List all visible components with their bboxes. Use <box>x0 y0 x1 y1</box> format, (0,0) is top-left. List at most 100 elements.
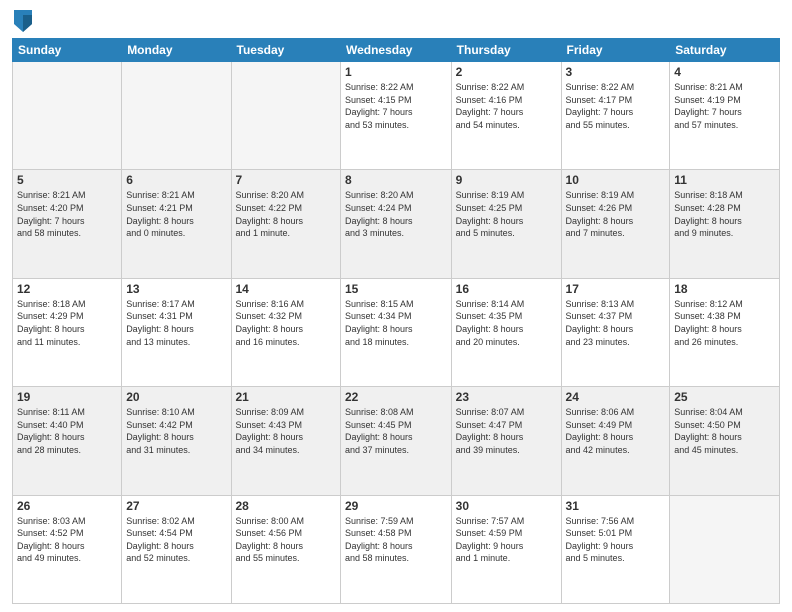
day-number: 3 <box>566 65 666 79</box>
calendar-cell: 14 Sunrise: 8:16 AM Sunset: 4:32 PM Dayli… <box>231 278 340 386</box>
day-info: Sunrise: 8:11 AM Sunset: 4:40 PM Dayligh… <box>17 406 117 456</box>
calendar-cell: 31 Sunrise: 7:56 AM Sunset: 5:01 PM Dayli… <box>561 495 670 603</box>
day-info: Sunrise: 8:04 AM Sunset: 4:50 PM Dayligh… <box>674 406 775 456</box>
week-row-1: 1 Sunrise: 8:22 AM Sunset: 4:15 PM Daylig… <box>13 62 780 170</box>
day-info: Sunrise: 8:18 AM Sunset: 4:28 PM Dayligh… <box>674 189 775 239</box>
day-info: Sunrise: 7:59 AM Sunset: 4:58 PM Dayligh… <box>345 515 447 565</box>
day-number: 31 <box>566 499 666 513</box>
week-row-2: 5 Sunrise: 8:21 AM Sunset: 4:20 PM Daylig… <box>13 170 780 278</box>
day-number: 1 <box>345 65 447 79</box>
day-number: 22 <box>345 390 447 404</box>
calendar-cell: 20 Sunrise: 8:10 AM Sunset: 4:42 PM Dayli… <box>122 387 231 495</box>
day-number: 11 <box>674 173 775 187</box>
calendar-cell: 8Sunrise: 8:20 AM Sunset: 4:24 PM Daylig… <box>340 170 451 278</box>
day-header-thursday: Thursday <box>451 39 561 62</box>
day-info: Sunrise: 8:22 AM Sunset: 4:15 PM Dayligh… <box>345 81 447 131</box>
day-info: Sunrise: 8:16 AM Sunset: 4:32 PM Dayligh… <box>236 298 336 348</box>
day-number: 16 <box>456 282 557 296</box>
day-header-sunday: Sunday <box>13 39 122 62</box>
day-number: 30 <box>456 499 557 513</box>
day-header-friday: Friday <box>561 39 670 62</box>
day-number: 25 <box>674 390 775 404</box>
day-number: 17 <box>566 282 666 296</box>
calendar-cell: 1 Sunrise: 8:22 AM Sunset: 4:15 PM Daylig… <box>340 62 451 170</box>
day-number: 26 <box>17 499 117 513</box>
header <box>12 10 780 32</box>
day-number: 10 <box>566 173 666 187</box>
day-info: Sunrise: 7:57 AM Sunset: 4:59 PM Dayligh… <box>456 515 557 565</box>
day-info: Sunrise: 8:10 AM Sunset: 4:42 PM Dayligh… <box>126 406 226 456</box>
calendar-cell: 29 Sunrise: 7:59 AM Sunset: 4:58 PM Dayli… <box>340 495 451 603</box>
calendar-cell: 19 Sunrise: 8:11 AM Sunset: 4:40 PM Dayli… <box>13 387 122 495</box>
day-number: 5 <box>17 173 117 187</box>
day-info: Sunrise: 8:02 AM Sunset: 4:54 PM Dayligh… <box>126 515 226 565</box>
day-info: Sunrise: 8:13 AM Sunset: 4:37 PM Dayligh… <box>566 298 666 348</box>
calendar-page: SundayMondayTuesdayWednesdayThursdayFrid… <box>0 0 792 612</box>
calendar-table: SundayMondayTuesdayWednesdayThursdayFrid… <box>12 38 780 604</box>
day-number: 20 <box>126 390 226 404</box>
calendar-cell: 17 Sunrise: 8:13 AM Sunset: 4:37 PM Dayli… <box>561 278 670 386</box>
day-info: Sunrise: 8:09 AM Sunset: 4:43 PM Dayligh… <box>236 406 336 456</box>
day-info: Sunrise: 8:12 AM Sunset: 4:38 PM Dayligh… <box>674 298 775 348</box>
calendar-cell: 16 Sunrise: 8:14 AM Sunset: 4:35 PM Dayli… <box>451 278 561 386</box>
day-info: Sunrise: 8:21 AM Sunset: 4:20 PM Dayligh… <box>17 189 117 239</box>
day-header-monday: Monday <box>122 39 231 62</box>
day-number: 29 <box>345 499 447 513</box>
day-number: 23 <box>456 390 557 404</box>
calendar-cell: 18 Sunrise: 8:12 AM Sunset: 4:38 PM Dayli… <box>670 278 780 386</box>
day-info: Sunrise: 8:06 AM Sunset: 4:49 PM Dayligh… <box>566 406 666 456</box>
day-info: Sunrise: 8:19 AM Sunset: 4:25 PM Dayligh… <box>456 189 557 239</box>
logo-icon <box>14 10 32 32</box>
days-header-row: SundayMondayTuesdayWednesdayThursdayFrid… <box>13 39 780 62</box>
calendar-cell: 28Sunrise: 8:00 AM Sunset: 4:56 PM Dayli… <box>231 495 340 603</box>
day-number: 18 <box>674 282 775 296</box>
calendar-cell <box>122 62 231 170</box>
calendar-cell <box>670 495 780 603</box>
day-info: Sunrise: 8:21 AM Sunset: 4:19 PM Dayligh… <box>674 81 775 131</box>
day-number: 27 <box>126 499 226 513</box>
day-info: Sunrise: 8:22 AM Sunset: 4:17 PM Dayligh… <box>566 81 666 131</box>
calendar-cell: 24 Sunrise: 8:06 AM Sunset: 4:49 PM Dayli… <box>561 387 670 495</box>
day-header-tuesday: Tuesday <box>231 39 340 62</box>
calendar-cell: 27 Sunrise: 8:02 AM Sunset: 4:54 PM Dayli… <box>122 495 231 603</box>
day-info: Sunrise: 8:08 AM Sunset: 4:45 PM Dayligh… <box>345 406 447 456</box>
day-number: 28 <box>236 499 336 513</box>
day-number: 24 <box>566 390 666 404</box>
calendar-cell: 5 Sunrise: 8:21 AM Sunset: 4:20 PM Daylig… <box>13 170 122 278</box>
calendar-cell: 30 Sunrise: 7:57 AM Sunset: 4:59 PM Dayli… <box>451 495 561 603</box>
day-info: Sunrise: 8:17 AM Sunset: 4:31 PM Dayligh… <box>126 298 226 348</box>
day-number: 8 <box>345 173 447 187</box>
day-info: Sunrise: 8:14 AM Sunset: 4:35 PM Dayligh… <box>456 298 557 348</box>
calendar-cell: 13 Sunrise: 8:17 AM Sunset: 4:31 PM Dayli… <box>122 278 231 386</box>
calendar-cell: 22 Sunrise: 8:08 AM Sunset: 4:45 PM Dayli… <box>340 387 451 495</box>
calendar-cell: 11 Sunrise: 8:18 AM Sunset: 4:28 PM Dayli… <box>670 170 780 278</box>
calendar-cell <box>231 62 340 170</box>
calendar-cell: 10 Sunrise: 8:19 AM Sunset: 4:26 PM Dayli… <box>561 170 670 278</box>
calendar-cell: 26 Sunrise: 8:03 AM Sunset: 4:52 PM Dayli… <box>13 495 122 603</box>
day-number: 14 <box>236 282 336 296</box>
day-info: Sunrise: 8:19 AM Sunset: 4:26 PM Dayligh… <box>566 189 666 239</box>
week-row-5: 26 Sunrise: 8:03 AM Sunset: 4:52 PM Dayli… <box>13 495 780 603</box>
week-row-4: 19 Sunrise: 8:11 AM Sunset: 4:40 PM Dayli… <box>13 387 780 495</box>
day-info: Sunrise: 8:15 AM Sunset: 4:34 PM Dayligh… <box>345 298 447 348</box>
day-info: Sunrise: 8:18 AM Sunset: 4:29 PM Dayligh… <box>17 298 117 348</box>
week-row-3: 12Sunrise: 8:18 AM Sunset: 4:29 PM Dayli… <box>13 278 780 386</box>
day-info: Sunrise: 8:03 AM Sunset: 4:52 PM Dayligh… <box>17 515 117 565</box>
day-number: 19 <box>17 390 117 404</box>
day-number: 9 <box>456 173 557 187</box>
calendar-cell: 25 Sunrise: 8:04 AM Sunset: 4:50 PM Dayli… <box>670 387 780 495</box>
day-header-saturday: Saturday <box>670 39 780 62</box>
day-number: 15 <box>345 282 447 296</box>
calendar-cell: 21Sunrise: 8:09 AM Sunset: 4:43 PM Dayli… <box>231 387 340 495</box>
day-info: Sunrise: 8:20 AM Sunset: 4:22 PM Dayligh… <box>236 189 336 239</box>
day-info: Sunrise: 8:22 AM Sunset: 4:16 PM Dayligh… <box>456 81 557 131</box>
calendar-cell: 15 Sunrise: 8:15 AM Sunset: 4:34 PM Dayli… <box>340 278 451 386</box>
day-info: Sunrise: 8:07 AM Sunset: 4:47 PM Dayligh… <box>456 406 557 456</box>
logo <box>12 10 36 32</box>
day-number: 13 <box>126 282 226 296</box>
calendar-cell: 12Sunrise: 8:18 AM Sunset: 4:29 PM Dayli… <box>13 278 122 386</box>
day-info: Sunrise: 7:56 AM Sunset: 5:01 PM Dayligh… <box>566 515 666 565</box>
calendar-cell: 2Sunrise: 8:22 AM Sunset: 4:16 PM Daylig… <box>451 62 561 170</box>
day-number: 7 <box>236 173 336 187</box>
day-number: 4 <box>674 65 775 79</box>
